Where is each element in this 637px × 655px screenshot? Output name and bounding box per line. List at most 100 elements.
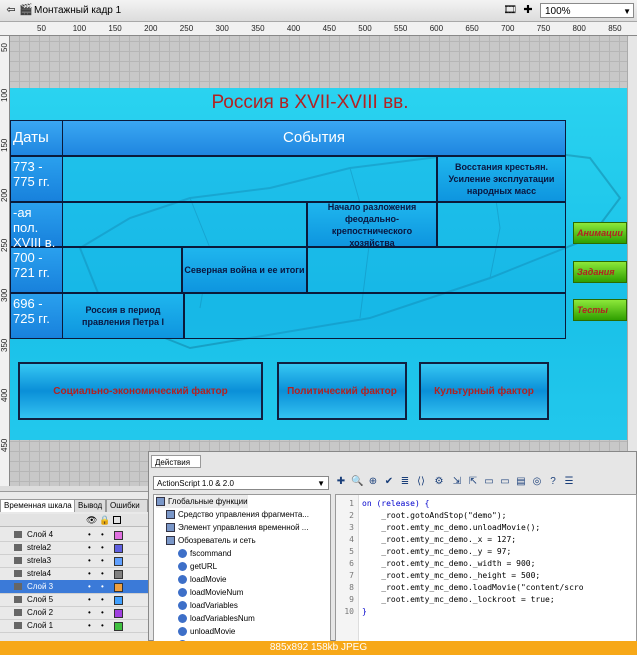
code-line: _root.emty_mc_demo._y = 97; [362, 547, 512, 556]
version-value: ActionScript 1.0 & 2.0 [157, 479, 234, 488]
event-northern-war[interactable]: Северная война и ее итоги [182, 247, 307, 293]
visibility-dot[interactable]: • [88, 528, 91, 541]
visibility-dot[interactable]: • [88, 554, 91, 567]
visibility-dot[interactable]: • [88, 541, 91, 554]
lock-dot[interactable]: • [101, 580, 104, 593]
layer-color-swatch[interactable] [114, 531, 123, 540]
stage-canvas[interactable]: Россия в XVII-XVIII вв. Даты События 773… [10, 88, 627, 440]
actionscript-version-select[interactable]: ActionScript 1.0 & 2.0 ▼ [153, 476, 329, 490]
visibility-dot[interactable]: • [88, 593, 91, 606]
help-icon[interactable]: ? [547, 476, 559, 488]
edit-symbol-icon[interactable]: ✚ [521, 4, 535, 17]
book-icon [166, 536, 175, 545]
lock-dot[interactable]: • [101, 567, 104, 580]
toolbox-item[interactable]: getURL [178, 560, 217, 573]
lock-dot[interactable]: • [101, 606, 104, 619]
date-cell[interactable]: 700 - 721 гг. [10, 247, 63, 293]
layer-color-swatch[interactable] [114, 596, 123, 605]
toolbox-item[interactable]: loadVariables [178, 599, 238, 612]
check-syntax-icon[interactable]: ✔ [383, 476, 395, 488]
collapse-icon[interactable]: ⇲ [451, 476, 463, 488]
animations-button[interactable]: Анимации [573, 222, 627, 244]
outline-icon[interactable] [113, 516, 121, 524]
tasks-button[interactable]: Задания [573, 261, 627, 283]
layer-color-swatch[interactable] [114, 570, 123, 579]
toolbox-item[interactable]: Обозреватель и сеть [166, 534, 256, 547]
layer-icon [14, 583, 22, 590]
visibility-dot[interactable]: • [88, 606, 91, 619]
scene-title: Монтажный кадр 1 [34, 5, 122, 16]
find-icon[interactable]: 🔍 [351, 476, 363, 488]
visibility-dot[interactable]: • [88, 580, 91, 593]
edit-scene-icon[interactable]: 🎞 [503, 4, 517, 17]
layer-color-swatch[interactable] [114, 609, 123, 618]
tab-actions[interactable]: Действия [151, 455, 201, 468]
ruler-tick-label: 250 [179, 24, 194, 33]
layer-row[interactable]: Слой 2 • • [0, 606, 148, 620]
event-peasant-uprisings[interactable]: Восстания крестьян. Усиление эксплуатаци… [437, 156, 566, 202]
zoom-select[interactable]: 100% ▼ [540, 3, 634, 18]
toolbox-item[interactable]: Средство управления фрагмента... [166, 508, 309, 521]
lock-dot[interactable]: • [101, 541, 104, 554]
layer-color-swatch[interactable] [114, 583, 123, 592]
lock-dot[interactable]: • [101, 593, 104, 606]
menu-icon[interactable]: ☰ [563, 476, 575, 488]
toolbox-item[interactable]: Глобальные функции [156, 495, 248, 508]
ruler-tick-label: 250 [0, 238, 9, 252]
toolbox-item[interactable]: fscommand [178, 547, 231, 560]
toolbox-item-label: Обозреватель и сеть [178, 536, 256, 545]
event-feudal-decline[interactable]: Начало разложения феодально-крепостничес… [307, 202, 437, 248]
date-cell[interactable]: 696 - 725 гг. [10, 293, 63, 339]
layer-row[interactable]: strela2 • • [0, 541, 148, 555]
lock-icon[interactable]: 🔒 [99, 515, 110, 526]
tab-timeline[interactable]: Временная шкала [0, 499, 76, 512]
layer-row[interactable]: strela4 • • [0, 567, 148, 581]
add-action-icon[interactable]: ✚ [335, 476, 347, 488]
layer-row[interactable]: Слой 5 • • [0, 593, 148, 607]
lock-dot[interactable]: • [101, 554, 104, 567]
layer-color-swatch[interactable] [114, 544, 123, 553]
target-icon[interactable]: ⊕ [367, 476, 379, 488]
back-arrow-icon[interactable]: ⇦ [4, 4, 18, 17]
layer-color-swatch[interactable] [114, 622, 123, 631]
layer-row[interactable]: Слой 3 • • [0, 580, 148, 594]
ruler-tick-label: 450 [0, 438, 9, 452]
socio-economic-factor-button[interactable]: Социально-экономический фактор [18, 362, 263, 420]
date-cell[interactable]: -ая пол. XVIII в. [10, 202, 63, 250]
date-cell[interactable]: 773 - 775 гг. [10, 156, 63, 202]
uncomment-icon[interactable]: ▭ [499, 476, 511, 488]
toolbox-item[interactable]: Элемент управления временной ... [166, 521, 308, 534]
layer-row[interactable]: Слой 4 • • [0, 528, 148, 542]
comment-icon[interactable]: ▭ [483, 476, 495, 488]
toolbox-item[interactable]: loadMovieNum [178, 586, 243, 599]
expand-icon[interactable]: ⇱ [467, 476, 479, 488]
tab-output[interactable]: Вывод [74, 499, 107, 512]
eye-icon[interactable]: 👁 [86, 515, 97, 526]
ruler-tick-label: 300 [215, 24, 229, 33]
visibility-dot[interactable]: • [88, 567, 91, 580]
lock-dot[interactable]: • [101, 619, 104, 632]
toolbox-item[interactable]: loadMovie [178, 573, 226, 586]
debug-icon[interactable]: ⚙ [433, 476, 445, 488]
show-toolbox-icon[interactable]: ▤ [515, 476, 527, 488]
script-assist-icon[interactable]: ◎ [531, 476, 543, 488]
row-empty-cell [62, 202, 307, 247]
toolbox-item[interactable]: unloadMovie [178, 625, 235, 638]
stage-vertical-scrollbar[interactable] [627, 36, 637, 491]
tests-button[interactable]: Тесты [573, 299, 627, 321]
visibility-dot[interactable]: • [88, 619, 91, 632]
auto-format-icon[interactable]: ≣ [399, 476, 411, 488]
tab-errors[interactable]: Ошибки к [106, 499, 148, 522]
cultural-factor-button[interactable]: Культурный фактор [419, 362, 549, 420]
political-factor-button[interactable]: Политический фактор [277, 362, 407, 420]
event-peter-reign[interactable]: Россия в период правления Петра I [62, 293, 184, 339]
layer-row[interactable]: strela3 • • [0, 554, 148, 568]
code-editor[interactable]: 1 2 3 4 5 6 7 8 9 10 on (release) { _root.gotoAnd… [335, 494, 637, 642]
layer-color-swatch[interactable] [114, 557, 123, 566]
toolbox-item-label: Элемент управления временной ... [178, 523, 309, 532]
layer-row[interactable]: Слой 1 • • [0, 619, 148, 633]
code-hint-icon[interactable]: ⟨⟩ [415, 476, 427, 488]
lock-dot[interactable]: • [101, 528, 104, 541]
header-dates: Даты [10, 120, 63, 156]
toolbox-item[interactable]: loadVariablesNum [178, 612, 255, 625]
